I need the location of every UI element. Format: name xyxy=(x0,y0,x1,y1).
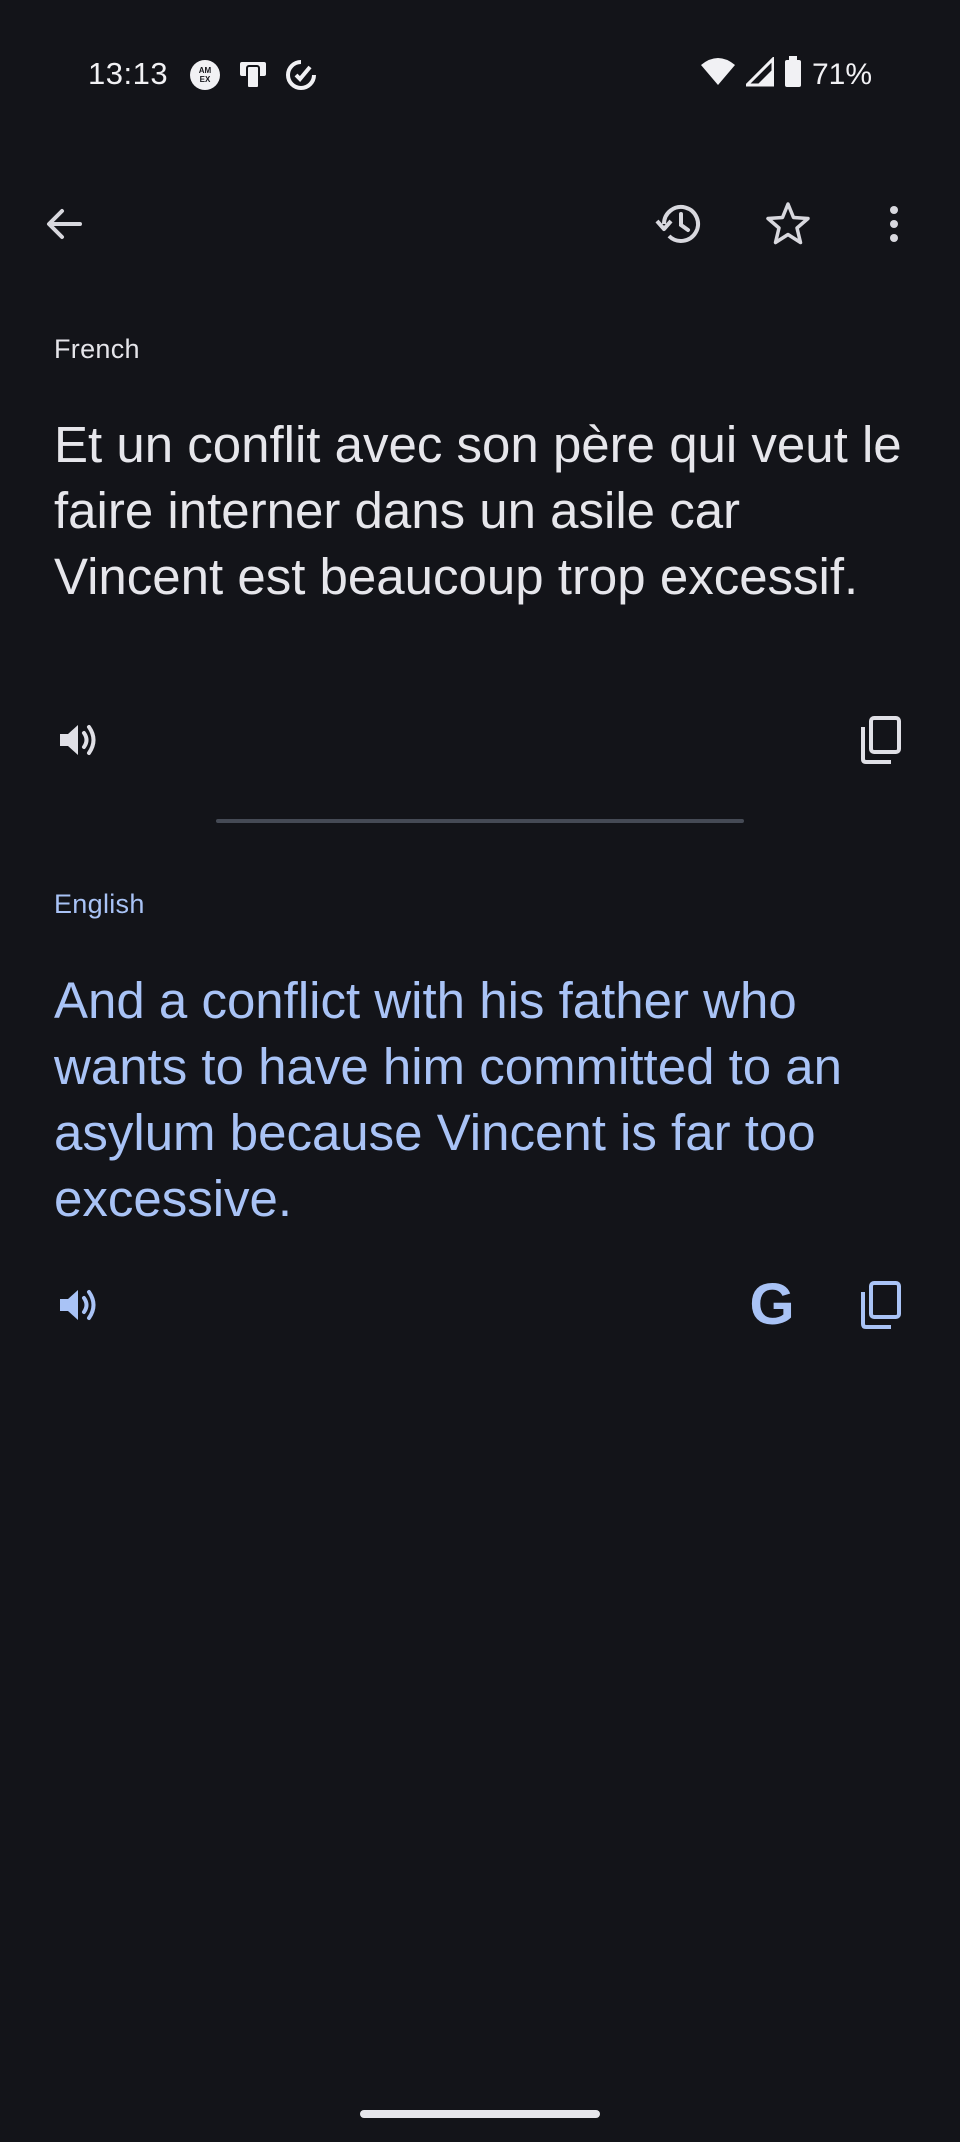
home-indicator[interactable] xyxy=(360,2110,600,2118)
star-icon[interactable] xyxy=(752,188,824,260)
amex-icon: AM EX xyxy=(188,58,222,97)
status-bar: 13:13 AM EX 71% xyxy=(0,0,960,150)
svg-text:AM: AM xyxy=(199,66,212,75)
translated-text[interactable]: And a conflict with his father who wants… xyxy=(54,968,914,1232)
source-text[interactable]: Et un conflit avec son père qui veut le … xyxy=(54,412,914,610)
target-speaker-icon[interactable] xyxy=(46,1273,110,1337)
source-language-label: French xyxy=(54,334,140,364)
signal-icon xyxy=(743,55,775,92)
source-copy-icon[interactable] xyxy=(848,708,912,772)
more-vert-icon[interactable] xyxy=(858,188,930,260)
target-copy-icon[interactable] xyxy=(848,1273,912,1337)
google-search-icon[interactable]: G xyxy=(740,1273,804,1337)
wifi-icon xyxy=(700,57,736,92)
back-arrow-icon[interactable] xyxy=(28,188,100,260)
battery-icon xyxy=(784,56,802,93)
sync-check-icon xyxy=(284,58,318,97)
app-bar xyxy=(0,180,960,270)
status-time: 13:13 xyxy=(88,56,169,91)
svg-text:EX: EX xyxy=(200,75,211,84)
battery-percentage: 71% xyxy=(811,57,872,91)
status-system-icons: 71% xyxy=(700,55,872,93)
history-icon[interactable] xyxy=(644,188,716,260)
target-language-label: English xyxy=(54,889,145,919)
cast-phone-icon xyxy=(236,58,270,97)
source-speaker-icon[interactable] xyxy=(46,708,110,772)
status-notification-icons: AM EX xyxy=(188,58,318,97)
section-divider xyxy=(216,819,744,823)
